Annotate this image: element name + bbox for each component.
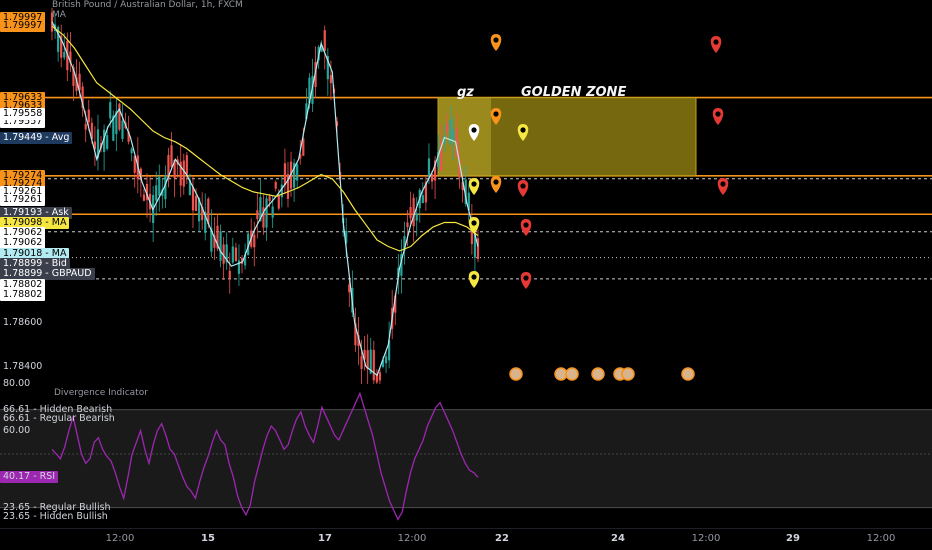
candle-body — [280, 184, 283, 198]
candle-body — [406, 222, 409, 227]
candle-body — [182, 160, 185, 187]
candle-body — [323, 30, 326, 51]
price-pin-dot — [493, 37, 499, 43]
candle-body — [194, 195, 198, 211]
price-pin-dot — [493, 111, 499, 117]
candle-body — [130, 148, 133, 154]
price-pin-dot — [520, 183, 526, 189]
price-pin-dot — [520, 127, 526, 133]
rsi-label: 60.00 — [3, 424, 31, 436]
candle-body — [412, 197, 415, 227]
time-tick: 12:00 — [397, 533, 427, 544]
candle-body — [415, 213, 418, 221]
candle-body — [63, 51, 66, 58]
price-label: 1.78600 — [3, 316, 43, 328]
candle-body — [271, 206, 274, 218]
candle-body — [219, 231, 222, 261]
candle-body — [155, 185, 158, 201]
price-pin-dot — [471, 220, 477, 226]
candle-body — [118, 103, 121, 130]
candle-body — [256, 210, 259, 219]
rsi-label: 40.17 - RSI — [0, 470, 59, 483]
candle-body — [268, 196, 271, 202]
candle-body — [185, 155, 188, 175]
candle-body — [121, 120, 124, 140]
price-pin-dot — [493, 179, 499, 185]
candle-body — [372, 350, 375, 381]
time-tick: 12:00 — [105, 533, 135, 544]
rsi-chart[interactable] — [0, 384, 932, 524]
candle-body — [158, 176, 161, 196]
news-event-icon — [554, 367, 568, 381]
time-tick: 24 — [611, 533, 625, 544]
rsi-label: 80.00 — [3, 378, 31, 389]
news-event-icon — [591, 367, 605, 381]
candle-body — [106, 135, 109, 149]
candle-body — [360, 356, 363, 369]
candle-body — [378, 372, 382, 381]
price-pin-dot — [715, 111, 721, 117]
price-label: 1.78400 — [3, 360, 43, 372]
news-event-icon — [681, 367, 695, 381]
candle-body — [329, 75, 332, 84]
chart-window: British Pound / Australian Dollar, 1h, F… — [0, 0, 932, 550]
time-tick: 12:00 — [866, 533, 896, 544]
price-pin-dot — [720, 181, 726, 187]
price-pin-dot — [471, 127, 477, 133]
time-tick: 17 — [318, 533, 332, 544]
price-label: 1.78802 — [0, 288, 46, 301]
price-pin-dot — [713, 39, 719, 45]
time-tick: 29 — [786, 533, 800, 544]
candle-body — [384, 356, 388, 364]
zone-short-label: gz — [457, 85, 474, 100]
candle-body — [277, 195, 280, 209]
candle-body — [191, 186, 195, 211]
golden-zone-label: GOLDEN ZONE — [521, 85, 627, 100]
candle-body — [170, 145, 173, 167]
candle-body — [452, 129, 455, 141]
time-tick: 22 — [495, 533, 509, 544]
candle-body — [87, 109, 90, 123]
price-pin-dot — [523, 222, 529, 228]
candle-body — [234, 247, 237, 261]
rsi-label: 23.65 - Hidden Bullish — [3, 511, 108, 522]
price-pin-dot — [471, 181, 477, 187]
candle-body — [296, 164, 299, 181]
time-tick: 15 — [201, 533, 215, 544]
news-event-icon — [565, 367, 579, 381]
candle-body — [427, 158, 431, 178]
candle-body — [366, 350, 369, 370]
candle-body — [228, 270, 231, 279]
time-tick: 12:00 — [691, 533, 721, 544]
news-event-icon — [621, 367, 635, 381]
news-event-icon — [509, 367, 523, 381]
candle-body — [84, 123, 87, 130]
candle-body — [409, 207, 412, 219]
candle-body — [274, 181, 277, 189]
price-chart[interactable] — [0, 0, 932, 384]
rsi-band — [0, 409, 932, 508]
price-label: 1.79261 — [0, 194, 46, 207]
golden-zone-label-box — [438, 97, 491, 176]
candle-body — [109, 102, 112, 119]
rsi-label: 66.61 - Regular Bearish — [3, 413, 115, 424]
candle-body — [283, 163, 287, 186]
price-label: 1.79997 — [0, 20, 46, 33]
candle-body — [421, 195, 424, 204]
price-pin-dot — [523, 275, 529, 281]
price-label: 1.79449 - Avg — [0, 131, 73, 144]
candle-body — [231, 246, 234, 263]
price-pin-dot — [471, 274, 477, 280]
candle-body — [142, 194, 146, 201]
candle-body — [265, 198, 268, 228]
candle-body — [446, 123, 449, 132]
time-axis[interactable]: 12:00 15 17 12:00 22 24 12:00 29 12:00 — [0, 528, 932, 550]
price-label: 1.79558 — [0, 107, 46, 120]
candle-body — [253, 234, 256, 248]
